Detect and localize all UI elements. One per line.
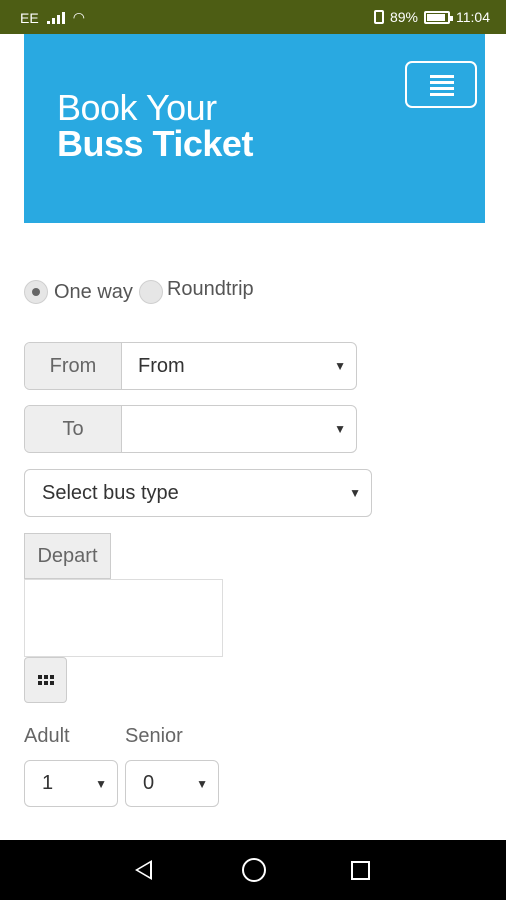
- calendar-button[interactable]: [24, 657, 67, 703]
- calendar-grid-icon: [37, 675, 54, 685]
- carrier-label: EE: [20, 9, 39, 26]
- adult-select[interactable]: 1 ▼: [24, 760, 118, 807]
- depart-label: Depart: [24, 533, 111, 579]
- radio-one-way-label[interactable]: One way: [54, 281, 133, 304]
- recent-apps-icon[interactable]: [351, 861, 370, 880]
- hamburger-icon: [430, 75, 454, 99]
- from-addon-label: From: [25, 343, 122, 389]
- to-field-group: To ▼: [24, 405, 357, 453]
- home-icon[interactable]: [242, 858, 266, 882]
- chevron-down-icon: ▼: [196, 776, 208, 791]
- chevron-down-icon: ▼: [95, 776, 107, 791]
- bus-type-select[interactable]: Select bus type ▼: [24, 469, 372, 517]
- wifi-icon: ◠: [72, 9, 85, 25]
- from-select-value: From: [138, 354, 185, 377]
- chevron-down-icon: ▼: [334, 422, 346, 436]
- to-select[interactable]: ▼: [122, 406, 356, 452]
- signal-icon: [46, 11, 65, 24]
- trip-type-selector: One way Roundtrip: [24, 278, 254, 304]
- from-field-group: From From ▼: [24, 342, 357, 390]
- header-banner: Book Your Buss Ticket: [24, 34, 485, 223]
- adult-select-value: 1: [42, 772, 54, 794]
- senior-label: Senior: [125, 725, 183, 747]
- vibrate-icon: [373, 10, 384, 24]
- battery-percent: 89%: [389, 9, 418, 25]
- back-icon[interactable]: [135, 860, 152, 880]
- status-bar: EE ◠ 89% 11:04: [0, 0, 506, 34]
- chevron-down-icon: ▼: [334, 359, 346, 373]
- clock: 11:04: [456, 9, 490, 25]
- chevron-down-icon: ▼: [349, 486, 361, 500]
- adult-label: Adult: [24, 725, 70, 747]
- depart-date-input[interactable]: [24, 579, 223, 657]
- menu-button[interactable]: [405, 61, 477, 108]
- senior-select[interactable]: 0 ▼: [125, 760, 219, 807]
- radio-roundtrip[interactable]: [138, 280, 163, 304]
- from-select[interactable]: From ▼: [122, 343, 356, 389]
- header-title-line2: Buss Ticket: [57, 123, 253, 164]
- radio-one-way[interactable]: [24, 280, 48, 304]
- android-nav-bar: [0, 840, 506, 900]
- battery-icon: [424, 10, 453, 24]
- status-left: EE ◠: [20, 9, 85, 26]
- bus-type-value: Select bus type: [42, 481, 179, 504]
- radio-roundtrip-label[interactable]: Roundtrip: [167, 278, 254, 301]
- senior-select-value: 0: [143, 772, 155, 794]
- to-addon-label: To: [25, 406, 122, 452]
- status-right: 89% 11:04: [373, 9, 490, 25]
